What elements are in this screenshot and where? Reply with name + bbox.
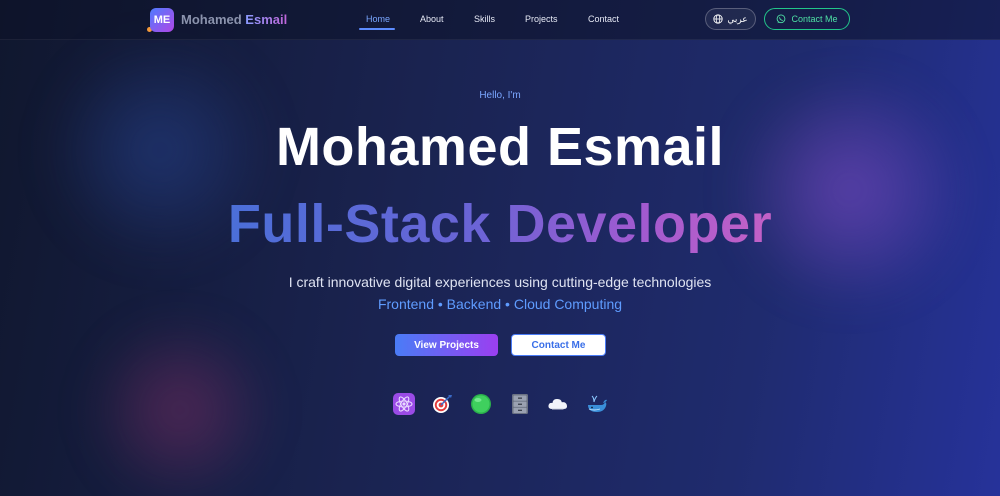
logo-last-name: Esmail [245,12,288,27]
hero-greeting: Hello, I'm [479,90,521,101]
background-blob-purple [720,80,980,300]
nav-link-about[interactable]: About [420,14,444,24]
nav-active-indicator [359,28,395,30]
background-blob-pink [80,320,280,496]
hero-stack-list: Frontend • Backend • Cloud Computing [377,296,623,312]
contact-me-nav-label: Contact Me [791,14,838,24]
navbar: ME Mohamed Esmail Home About Skills Proj… [0,0,1000,40]
hero-role: Full-Stack Developer [0,193,1000,255]
logo-badge[interactable]: ME [150,8,174,32]
target-icon [431,393,453,415]
cloud-icon [547,393,569,415]
hero-role-text: Full-Stack Developer [227,194,773,254]
view-projects-button[interactable]: View Projects [395,334,498,356]
globe-icon [713,14,723,24]
green-circle-icon [470,393,492,415]
whale-icon [586,393,608,415]
contact-me-button[interactable]: Contact Me [511,334,606,356]
react-icon [393,393,415,415]
logo-first-name: Mohamed [181,12,242,27]
file-cabinet-icon [509,393,531,415]
hero-description: I craft innovative digital experiences u… [288,274,712,290]
nav-link-contact[interactable]: Contact [588,14,619,24]
language-toggle-button[interactable]: عربي [705,8,756,30]
nav-link-home[interactable]: Home [366,14,390,24]
language-label: عربي [727,13,748,24]
nav-link-projects[interactable]: Projects [525,14,558,24]
hero-name: Mohamed Esmail [275,117,725,177]
whatsapp-icon [777,14,786,24]
logo-text[interactable]: Mohamed Esmail [181,12,287,27]
contact-me-nav-button[interactable]: Contact Me [764,8,850,30]
nav-link-skills[interactable]: Skills [474,14,495,24]
